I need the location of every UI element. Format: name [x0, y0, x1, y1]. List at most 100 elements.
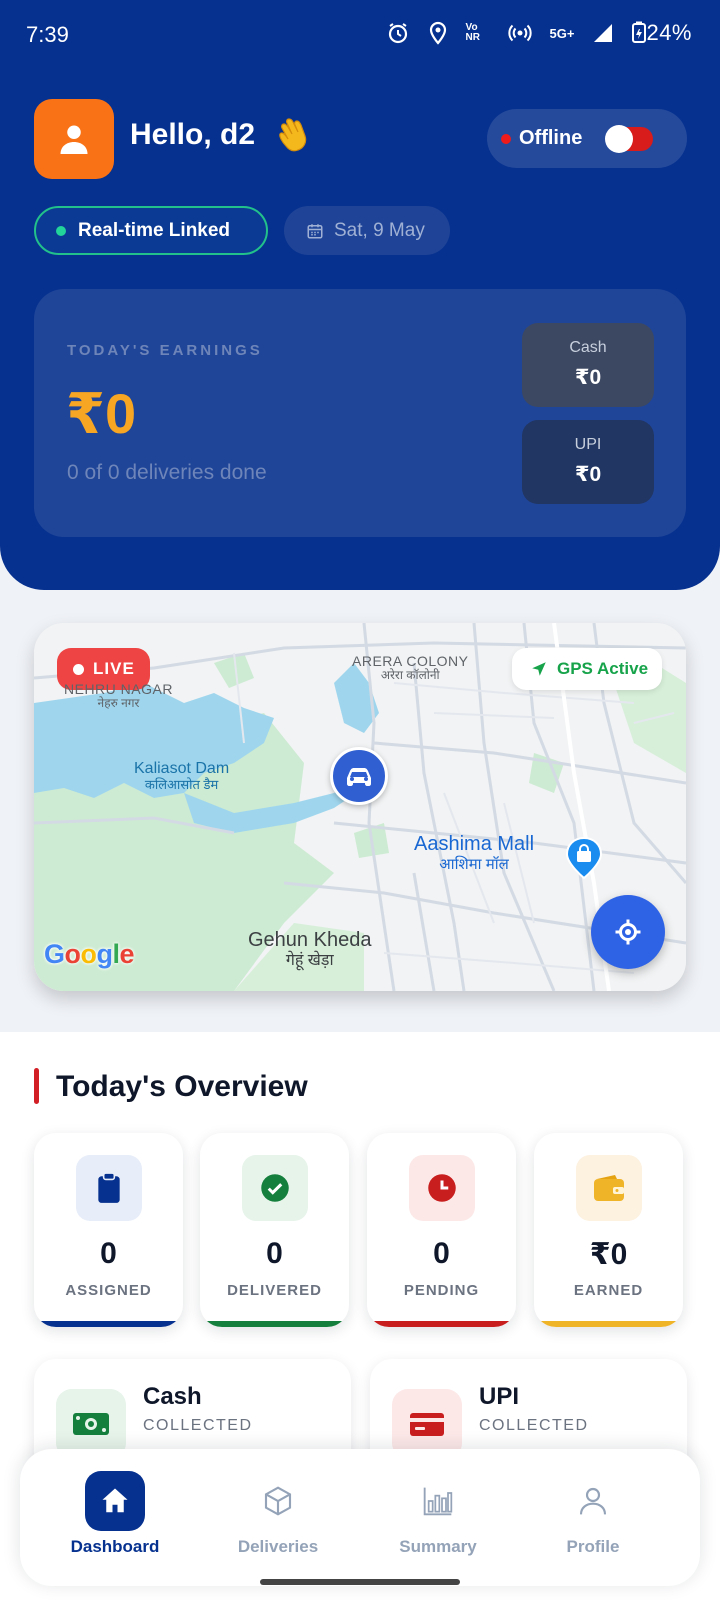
clipboard-icon-tile [76, 1155, 142, 1221]
cash-summary: Cash ₹0 [522, 323, 654, 407]
box-icon [264, 1486, 292, 1516]
live-map[interactable]: LIVE GPS Active NEHRU NAGAR नेहरु नगर AR… [34, 623, 686, 991]
kheda-en: Gehun Kheda [248, 929, 372, 951]
kheda-hi: गेहूं खेड़ा [285, 952, 334, 969]
delivered-strip [200, 1321, 349, 1327]
nav-summary-label: Summary [399, 1537, 477, 1556]
network-label: 5G+ [549, 25, 575, 41]
summary-icon-tile [408, 1471, 468, 1531]
delivered-value: 0 [266, 1237, 283, 1270]
recenter-location-button[interactable] [591, 895, 665, 969]
credit-card-icon [410, 1413, 444, 1436]
stat-card-delivered[interactable]: 0 DELIVERED [200, 1133, 349, 1327]
date-label: Sat, 9 May [334, 219, 425, 241]
assigned-label: ASSIGNED [65, 1282, 152, 1299]
upi-summary: UPI ₹0 [522, 420, 654, 504]
linked-dot [56, 225, 66, 236]
user-icon [60, 125, 88, 154]
person-icon [579, 1487, 607, 1515]
realtime-linked-badge: Real-time Linked [34, 206, 268, 255]
cash-label: Cash [569, 339, 607, 356]
linked-label: Real-time Linked [78, 219, 231, 241]
navigation-arrow-icon [532, 662, 546, 676]
clock-icon-tile [409, 1155, 475, 1221]
map-label-arera-colony: ARERA COLONY अरेरा कॉलोनी [352, 653, 468, 683]
home-indicator[interactable] [260, 1579, 460, 1585]
status-label: Offline [519, 127, 583, 149]
alarm-icon [388, 23, 407, 44]
gps-label: GPS Active [557, 659, 649, 678]
map-label-gehun-kheda: Gehun Kheda गेहूं खेड़ा [248, 929, 371, 970]
status-switch[interactable] [605, 125, 653, 153]
status-icons: Vo NR 5G+ 24% [386, 20, 692, 46]
earned-strip [534, 1321, 683, 1327]
nav-profile[interactable]: Profile [528, 1449, 658, 1586]
money-icon [73, 1413, 109, 1435]
avatar[interactable] [34, 99, 114, 179]
earnings-amount: ₹0 [66, 382, 137, 445]
upi-value: ₹0 [574, 463, 602, 486]
vehicle-marker[interactable] [330, 747, 388, 805]
signal-icon [594, 24, 613, 42]
cash-collected-title: Cash [143, 1383, 202, 1410]
nav-summary[interactable]: Summary [373, 1449, 503, 1586]
cash-collected-subtitle: COLLECTED [143, 1417, 253, 1434]
assigned-strip [34, 1321, 183, 1327]
clipboard-icon [98, 1172, 120, 1203]
gps-status-badge: GPS Active [512, 648, 662, 690]
upi-collected-title: UPI [479, 1383, 520, 1410]
battery-percent: 24% [646, 20, 692, 45]
offline-dot [501, 133, 511, 144]
greeting-text: Hello, d2 [130, 118, 256, 151]
map-label-nehru-nagar: NEHRU NAGAR नेहरु नगर [64, 681, 173, 711]
nav-dashboard[interactable]: Dashboard [50, 1449, 180, 1586]
status-time: 7:39 [26, 22, 69, 47]
dam-en: Kaliasot Dam [134, 760, 230, 777]
live-dot [73, 663, 84, 675]
check-icon-tile [242, 1155, 308, 1221]
earnings-subtitle: 0 of 0 deliveries done [67, 461, 267, 484]
delivered-label: DELIVERED [227, 1282, 322, 1299]
live-label: LIVE [93, 659, 135, 678]
battery-level: 24% [632, 20, 692, 46]
arera-hi: अरेरा कॉलोनी [380, 668, 440, 683]
nav-deliveries[interactable]: Deliveries [213, 1449, 343, 1586]
upi-label: UPI [574, 436, 602, 453]
waving-hand-icon [279, 118, 307, 152]
location-icon [429, 21, 446, 45]
home-icon [102, 1488, 128, 1513]
earnings-title: TODAY'S EARNINGS [67, 342, 263, 359]
nav-deliveries-label: Deliveries [237, 1537, 319, 1556]
stat-card-assigned[interactable]: 0 ASSIGNED [34, 1133, 183, 1327]
mall-en: Aashima Mall [414, 833, 535, 855]
dam-hi: कलिआसोत डैम [144, 777, 219, 793]
upi-collected-subtitle: COLLECTED [479, 1417, 589, 1434]
nav-dashboard-label: Dashboard [70, 1537, 160, 1556]
dashboard-icon-tile [85, 1471, 145, 1531]
header: 7:39 Vo NR 5G+ 24% Hello, d2 Offline Rea… [0, 0, 720, 590]
date-badge: Sat, 9 May [284, 206, 450, 255]
pending-value: 0 [433, 1237, 450, 1270]
stat-card-pending[interactable]: 0 PENDING [367, 1133, 516, 1327]
section-accent-bar [34, 1068, 39, 1104]
battery-icon [632, 21, 647, 43]
check-circle-icon [261, 1174, 289, 1202]
bar-chart-icon [423, 1487, 453, 1516]
nehru-hi: नेहरु नगर [97, 696, 140, 711]
shopping-pin-icon[interactable] [564, 836, 604, 880]
wallet-icon-tile [576, 1155, 642, 1221]
google-logo: Google [44, 939, 135, 969]
pending-label: PENDING [403, 1282, 480, 1299]
arera-en: ARERA COLONY [352, 653, 469, 669]
nehru-en: NEHRU NAGAR [64, 681, 173, 697]
hotspot-icon [507, 24, 532, 42]
online-status-toggle[interactable]: Offline [487, 109, 687, 168]
clock-icon [428, 1174, 456, 1202]
earnings-card: TODAY'S EARNINGS ₹0 0 of 0 deliveries do… [34, 289, 686, 537]
bottom-navigation: Dashboard Deliveries Summary Profile [20, 1449, 700, 1586]
stat-card-earned[interactable]: ₹0 EARNED [534, 1133, 683, 1327]
volte-icon: Vo NR [465, 22, 480, 43]
calendar-icon [307, 223, 323, 238]
earned-label: EARNED [573, 1282, 644, 1299]
cash-value: ₹0 [574, 366, 602, 389]
